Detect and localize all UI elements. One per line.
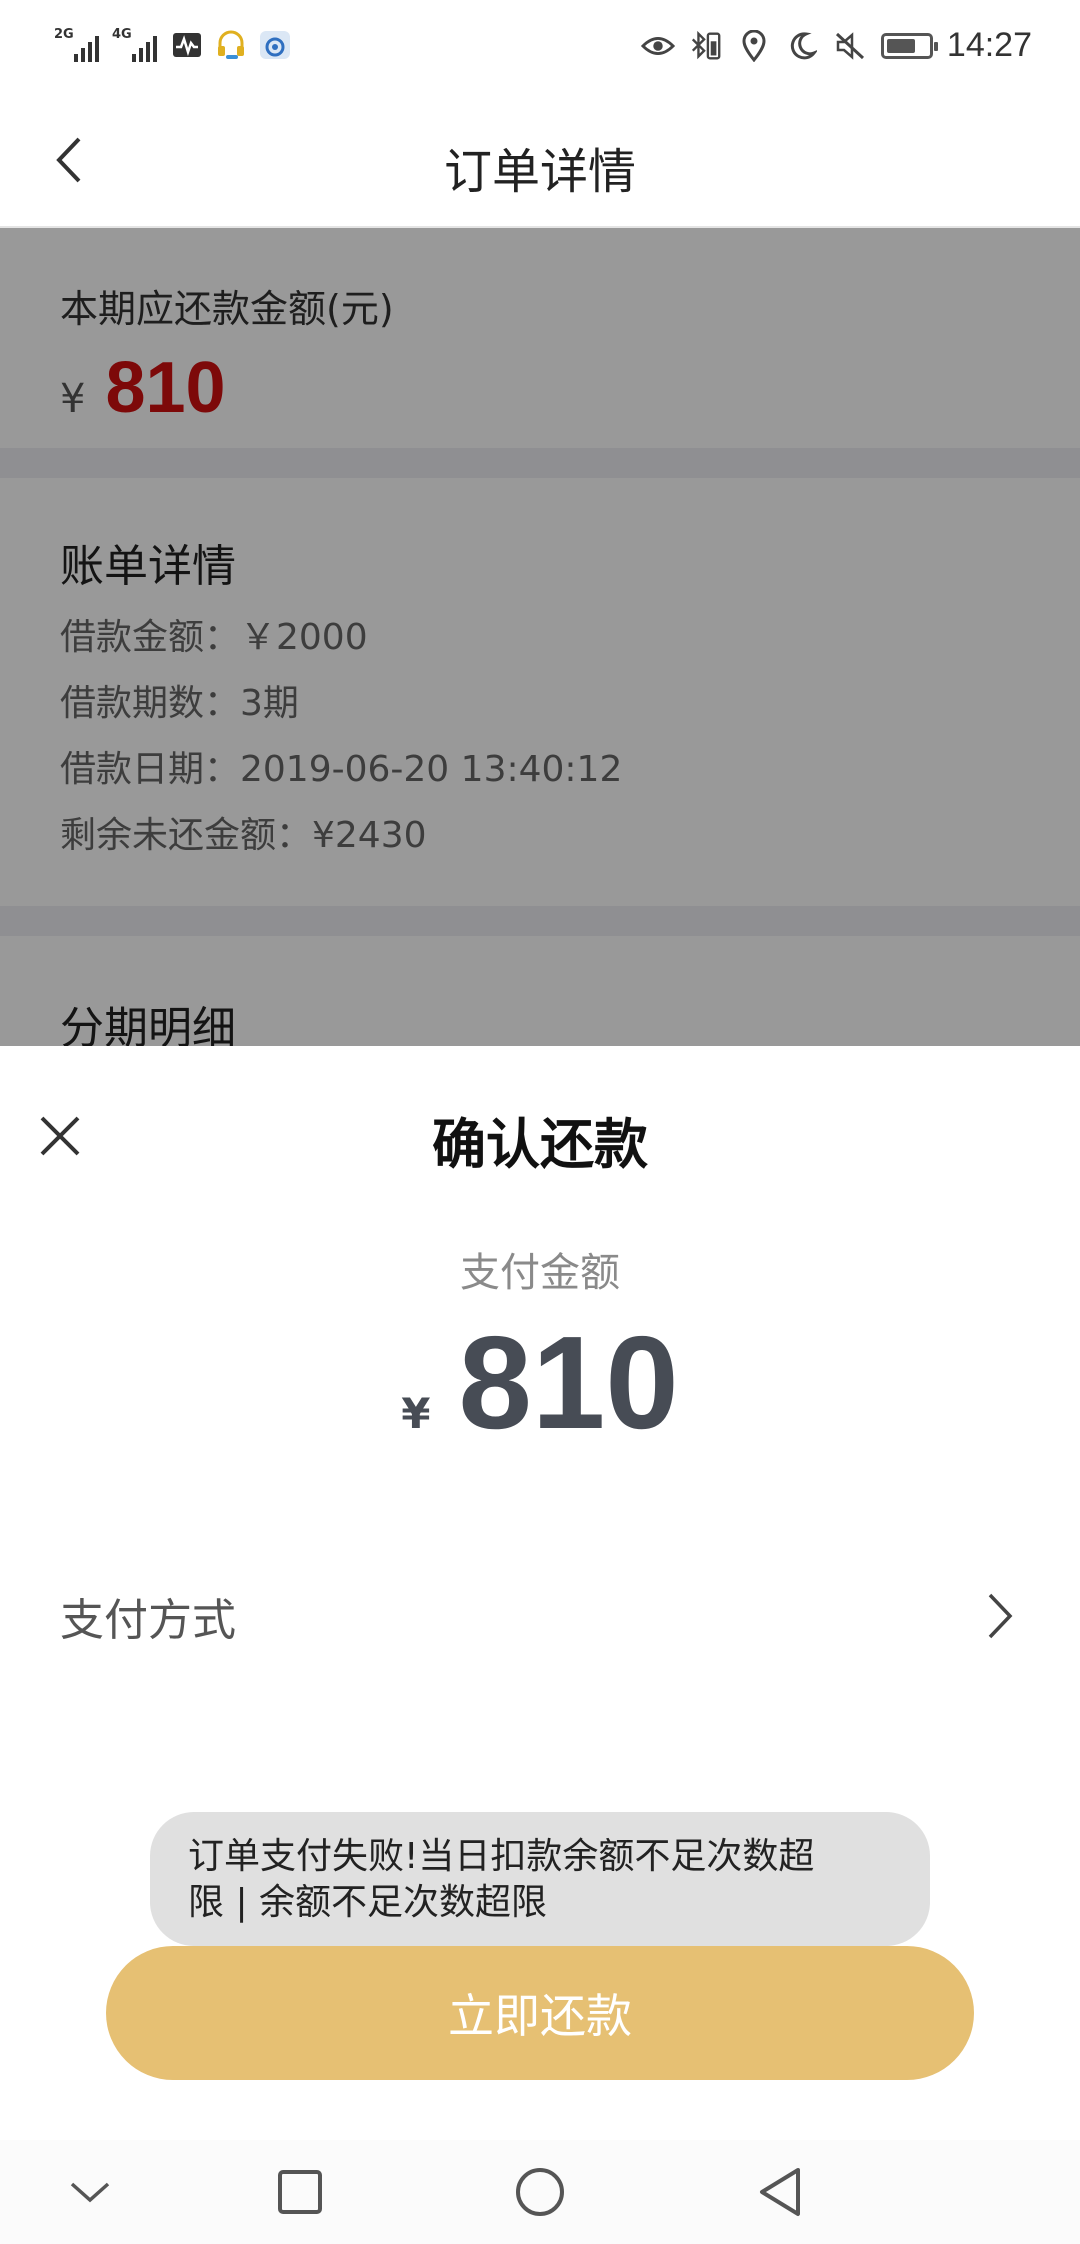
pay-amount-label: 支付金额	[460, 1250, 620, 1296]
network-type-label: 4G	[112, 27, 132, 42]
clock-time: 14:27	[946, 26, 1032, 64]
modal-backdrop[interactable]	[0, 228, 1080, 1046]
headset-icon	[214, 28, 248, 62]
back-icon[interactable]	[750, 2162, 810, 2222]
app-icon	[258, 28, 292, 62]
toast-line-1: 订单支付失败!当日扣款余额不足次数超	[188, 1836, 815, 1877]
error-toast: 订单支付失败!当日扣款余额不足次数超 限 | 余额不足次数超限	[150, 1812, 930, 1946]
payment-method-label: 支付方式	[60, 1595, 236, 1646]
mute-icon	[833, 29, 867, 63]
status-right-icons: 14:27	[640, 26, 1032, 65]
chevron-right-icon	[980, 1586, 1020, 1646]
moon-icon	[785, 29, 819, 63]
status-bar: 2G 4G 14:27	[0, 0, 1080, 96]
sheet-title: 确认还款	[432, 1113, 648, 1176]
pay-amount-value: 810	[458, 1309, 679, 1456]
pay-amount: ¥ 810	[0, 1308, 1080, 1458]
app-header: 订单详情	[0, 96, 1080, 228]
bluetooth-icon	[689, 29, 723, 63]
status-left-icons: 2G 4G	[54, 28, 292, 62]
battery-icon	[880, 32, 938, 59]
eye-icon	[640, 29, 675, 63]
pay-currency-symbol: ¥	[401, 1389, 431, 1438]
page-title: 订单详情	[443, 144, 636, 200]
system-nav-bar	[0, 2140, 1080, 2244]
home-icon[interactable]	[510, 2162, 570, 2222]
hide-keyboard-icon[interactable]	[60, 2162, 120, 2222]
signal-strength-icon: 2G	[54, 28, 102, 62]
payment-method-row[interactable]: 支付方式	[0, 1556, 1080, 1676]
network-type-label: 2G	[54, 27, 74, 42]
order-detail-content: 本期应还款金额(元) ¥ 810 账单详情 借款金额：￥2000 借款期数：3期…	[0, 228, 1080, 1046]
toast-line-2: 限 | 余额不足次数超限	[188, 1882, 548, 1923]
location-icon	[737, 29, 771, 63]
recents-icon[interactable]	[270, 2162, 330, 2222]
activity-icon	[170, 28, 204, 62]
signal-strength-icon: 4G	[112, 28, 160, 62]
repay-now-button[interactable]: 立即还款	[106, 1946, 974, 2080]
